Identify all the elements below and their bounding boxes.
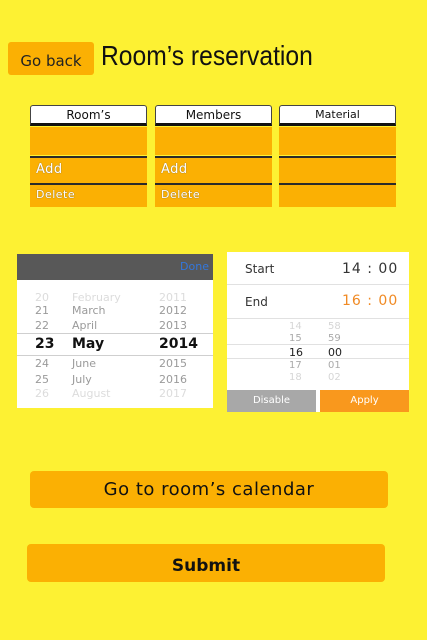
selection-line [17, 333, 213, 334]
minute-value: 59 [328, 333, 341, 344]
divider [227, 318, 409, 319]
material-empty-row[interactable] [279, 158, 396, 183]
day-value: 24 [35, 357, 49, 370]
month-value: May [72, 336, 105, 352]
day-value: 23 [35, 336, 55, 352]
minute-value: 01 [328, 360, 341, 371]
go-back-button[interactable]: Go back [8, 42, 94, 75]
date-picker-toolbar: Done [17, 254, 213, 280]
time-picker[interactable]: Start 14 : 00 End 16 : 00 14 58 15 59 16… [227, 252, 409, 412]
month-value: February [72, 291, 121, 304]
month-value: August [72, 387, 111, 400]
rooms-delete-button[interactable]: Delete [36, 188, 75, 201]
submit-button[interactable]: Submit [27, 544, 385, 582]
day-value: 26 [35, 387, 49, 400]
rooms-empty-slot [30, 127, 147, 155]
hour-value: 15 [289, 333, 302, 344]
year-value: 2013 [159, 319, 187, 332]
selection-line [17, 355, 213, 356]
year-value: 2011 [159, 291, 187, 304]
month-value: June [72, 357, 96, 370]
year-value: 2016 [159, 373, 187, 386]
material-empty-slot [279, 127, 396, 155]
material-panel: Material [279, 105, 396, 207]
page-title: Room’s reservation [101, 40, 313, 71]
disable-button[interactable]: Disable [227, 390, 316, 412]
members-empty-slot [155, 127, 272, 155]
month-value: July [72, 373, 92, 386]
year-value: 2017 [159, 387, 187, 400]
day-value: 20 [35, 291, 49, 304]
end-time-value[interactable]: 16 : 00 [342, 293, 398, 309]
members-delete-button[interactable]: Delete [161, 188, 200, 201]
rooms-column-header: Room’s [30, 105, 147, 126]
selection-line [227, 358, 409, 359]
members-panel: Members Add Delete [155, 105, 272, 207]
year-value: 2014 [159, 336, 198, 352]
rooms-add-button[interactable]: Add [36, 162, 63, 177]
divider [227, 284, 409, 285]
day-value: 21 [35, 304, 49, 317]
date-done-button[interactable]: Done [180, 260, 209, 273]
date-row-selected[interactable]: 23 May 2014 [17, 336, 213, 356]
go-to-calendar-button[interactable]: Go to room’s calendar [30, 471, 388, 508]
material-column-header: Material [279, 105, 396, 126]
members-add-button[interactable]: Add [161, 162, 188, 177]
year-value: 2015 [159, 357, 187, 370]
minute-value: 58 [328, 321, 341, 332]
hour-value: 18 [289, 372, 302, 383]
apply-button[interactable]: Apply [320, 390, 409, 412]
rooms-panel: Room’s Add Delete [30, 105, 147, 207]
start-time-value[interactable]: 14 : 00 [342, 261, 398, 277]
date-row[interactable]: 26 August 2017 [17, 387, 213, 407]
hour-value: 17 [289, 360, 302, 371]
day-value: 22 [35, 319, 49, 332]
month-value: April [72, 319, 98, 332]
day-value: 25 [35, 373, 49, 386]
end-label: End [245, 295, 268, 309]
selection-line [227, 344, 409, 345]
date-picker[interactable]: Done 20 February 2011 21 March 2012 22 A… [17, 254, 213, 408]
month-value: March [72, 304, 106, 317]
start-label: Start [245, 262, 275, 276]
members-column-header: Members [155, 105, 272, 126]
hour-value: 14 [289, 321, 302, 332]
time-row[interactable]: 18 02 [227, 372, 409, 383]
year-value: 2012 [159, 304, 187, 317]
material-empty-row[interactable] [279, 185, 396, 207]
minute-value: 02 [328, 372, 341, 383]
